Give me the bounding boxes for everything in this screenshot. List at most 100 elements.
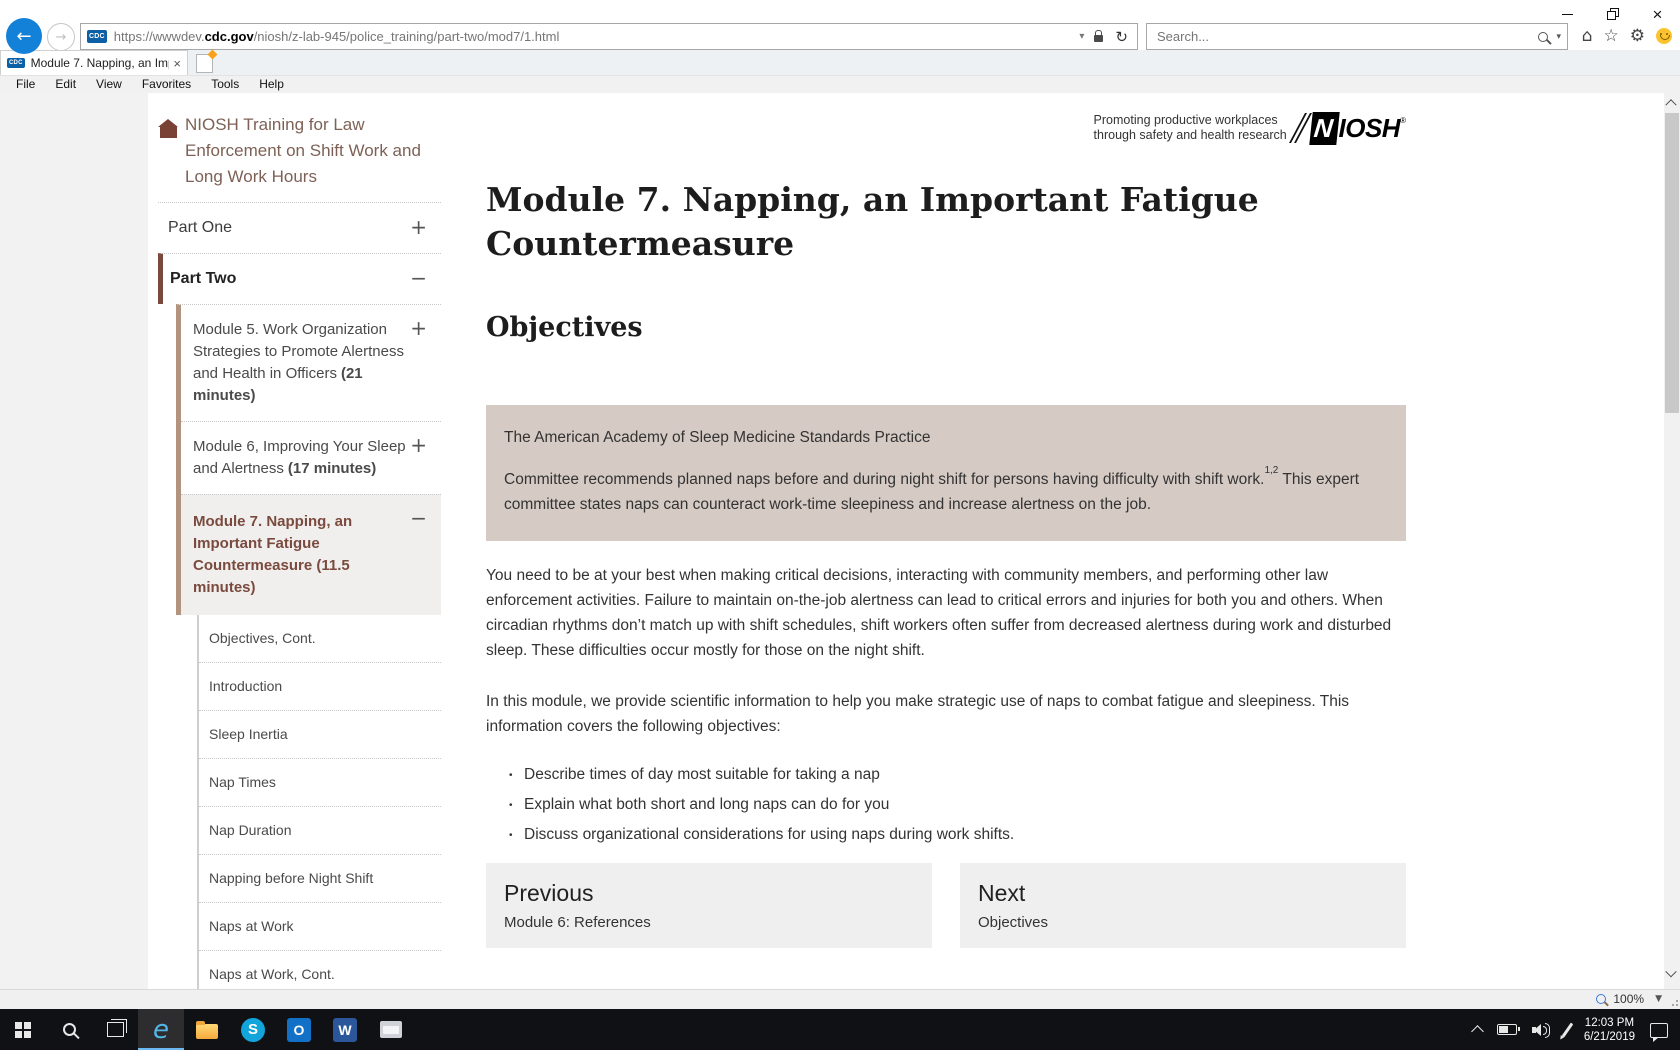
task-view-icon bbox=[107, 1022, 124, 1037]
refresh-icon[interactable]: ↻ bbox=[1110, 28, 1133, 46]
feedback-smiley-icon[interactable] bbox=[1656, 28, 1672, 44]
pen-input-icon[interactable] bbox=[1562, 1022, 1574, 1037]
back-button[interactable]: ← bbox=[6, 18, 42, 54]
url-domain: cdc.gov bbox=[205, 29, 254, 44]
sidebar-item-introduction[interactable]: Introduction bbox=[199, 663, 441, 711]
zoom-dropdown-icon[interactable]: ▼ bbox=[1655, 994, 1662, 1004]
restore-icon bbox=[1607, 8, 1619, 20]
search-icon[interactable] bbox=[1538, 32, 1548, 42]
collapse-minus-icon[interactable]: − bbox=[410, 266, 427, 290]
taskbar-file-explorer[interactable] bbox=[184, 1009, 230, 1050]
part-two-modules: Module 5. Work Organization Strategies t… bbox=[176, 304, 441, 615]
taskbar-generic-app[interactable] bbox=[368, 1009, 414, 1050]
taskbar-outlook[interactable]: O bbox=[276, 1009, 322, 1050]
restore-button[interactable] bbox=[1590, 0, 1635, 28]
callout-box: The American Academy of Sleep Medicine S… bbox=[486, 405, 1406, 541]
taskbar-internet-explorer[interactable]: e bbox=[138, 1009, 184, 1050]
menu-help[interactable]: Help bbox=[249, 76, 294, 93]
minimize-icon bbox=[1562, 14, 1573, 15]
collapse-minus-icon[interactable]: − bbox=[410, 507, 427, 529]
module-6-duration: (17 minutes) bbox=[288, 460, 376, 477]
taskbar-clock[interactable]: 12:03 PM 6/21/2019 bbox=[1584, 1016, 1635, 1044]
scrollbar-thumb[interactable] bbox=[1665, 113, 1679, 413]
objectives-list: Describe times of day most suitable for … bbox=[486, 763, 1406, 847]
tab-module-7[interactable]: CDC Module 7. Napping, an Imp... × bbox=[0, 50, 188, 75]
callout-body: Committee recommends planned naps before… bbox=[504, 467, 1388, 517]
scroll-up-icon[interactable] bbox=[1667, 98, 1677, 108]
sidebar-item-module-6[interactable]: Module 6, Improving Your Sleep and Alert… bbox=[181, 421, 441, 494]
tagline-line-2: through safety and health research bbox=[1094, 128, 1287, 143]
new-tab-button[interactable] bbox=[196, 54, 213, 73]
callout-heading: The American Academy of Sleep Medicine S… bbox=[504, 425, 1388, 450]
close-button[interactable]: × bbox=[1635, 0, 1680, 28]
sidebar-home-link[interactable]: NIOSH Training for Law Enforcement on Sh… bbox=[148, 100, 441, 190]
word-icon: W bbox=[333, 1018, 357, 1042]
page-left-margin bbox=[0, 93, 148, 989]
course-sidebar: NIOSH Training for Law Enforcement on Sh… bbox=[148, 100, 441, 989]
close-icon: × bbox=[1653, 6, 1663, 23]
taskbar-word[interactable]: W bbox=[322, 1009, 368, 1050]
skype-icon: S bbox=[241, 1018, 265, 1042]
module-5-label: Module 5. Work Organization Strategies t… bbox=[193, 321, 404, 382]
sidebar-item-objectives-cont[interactable]: Objectives, Cont. bbox=[199, 615, 441, 663]
callout-body-text: Committee recommends planned naps before… bbox=[504, 471, 1264, 488]
search-box[interactable]: ▾ bbox=[1146, 23, 1568, 50]
sidebar-item-sleep-inertia[interactable]: Sleep Inertia bbox=[199, 711, 441, 759]
body-paragraph-2: In this module, we provide scientific in… bbox=[486, 689, 1406, 739]
volume-icon[interactable] bbox=[1532, 1022, 1551, 1038]
system-tray: 12:03 PM 6/21/2019 bbox=[1473, 1009, 1680, 1050]
favorites-star-icon[interactable]: ☆ bbox=[1604, 27, 1619, 45]
niosh-brand: Promoting productive workplaces through … bbox=[486, 108, 1406, 148]
page-title: Module 7. Napping, an Important Fatigue … bbox=[486, 178, 1406, 266]
sidebar-item-part-two[interactable]: Part Two − bbox=[158, 253, 441, 304]
sidebar-item-part-one[interactable]: Part One + bbox=[158, 202, 441, 253]
address-dropdown-icon[interactable]: ▾ bbox=[1073, 31, 1090, 42]
sidebar-home-label: NIOSH Training for Law Enforcement on Sh… bbox=[185, 112, 431, 190]
search-icon bbox=[63, 1023, 76, 1036]
menu-view[interactable]: View bbox=[86, 76, 132, 93]
search-input[interactable] bbox=[1155, 28, 1538, 45]
sidebar-item-nap-duration[interactable]: Nap Duration bbox=[199, 807, 441, 855]
task-view-button[interactable] bbox=[92, 1009, 138, 1050]
module-7-pages: Objectives, Cont. Introduction Sleep Ine… bbox=[197, 615, 441, 989]
start-button[interactable] bbox=[0, 1009, 46, 1050]
sidebar-item-nap-times[interactable]: Nap Times bbox=[199, 759, 441, 807]
sidebar-item-naps-at-work[interactable]: Naps at Work bbox=[199, 903, 441, 951]
menu-edit[interactable]: Edit bbox=[45, 76, 86, 93]
previous-page-link[interactable]: Previous Module 6: References bbox=[486, 863, 932, 948]
search-dropdown-icon[interactable]: ▾ bbox=[1556, 32, 1561, 42]
battery-icon[interactable] bbox=[1497, 1024, 1517, 1035]
sidebar-item-module-7[interactable]: Module 7. Napping, an Important Fatigue … bbox=[181, 494, 441, 615]
file-explorer-icon bbox=[196, 1024, 218, 1039]
address-bar[interactable]: CDC https://wwwdev.cdc.gov/niosh/z-lab-9… bbox=[80, 23, 1138, 50]
tray-expand-chevron-icon[interactable] bbox=[1471, 1025, 1484, 1038]
expand-plus-icon[interactable]: + bbox=[410, 215, 427, 239]
menu-tools[interactable]: Tools bbox=[201, 76, 249, 93]
sidebar-item-naps-at-work-cont[interactable]: Naps at Work, Cont. bbox=[199, 951, 441, 989]
expand-plus-icon[interactable]: + bbox=[410, 434, 427, 456]
back-arrow-icon: ← bbox=[16, 26, 31, 47]
vertical-scrollbar[interactable] bbox=[1664, 93, 1680, 989]
action-center-icon[interactable] bbox=[1650, 1023, 1668, 1038]
next-page-link[interactable]: Next Objectives bbox=[960, 863, 1406, 948]
sidebar-item-napping-before-night-shift[interactable]: Napping before Night Shift bbox=[199, 855, 441, 903]
forward-button[interactable]: → bbox=[47, 23, 75, 51]
tab-close-icon[interactable]: × bbox=[173, 56, 181, 71]
cdc-favicon: CDC bbox=[87, 30, 107, 43]
settings-gear-icon[interactable]: ⚙ bbox=[1630, 27, 1645, 45]
previous-label: Previous bbox=[504, 878, 914, 908]
sidebar-item-module-5[interactable]: Module 5. Work Organization Strategies t… bbox=[181, 305, 441, 421]
taskbar-skype[interactable]: S bbox=[230, 1009, 276, 1050]
scroll-down-icon[interactable] bbox=[1667, 972, 1677, 982]
zoom-control[interactable]: 100% ▼ bbox=[1596, 992, 1662, 1006]
main-content: Promoting productive workplaces through … bbox=[486, 101, 1406, 948]
taskbar-search-button[interactable] bbox=[46, 1009, 92, 1050]
expand-plus-icon[interactable]: + bbox=[410, 317, 427, 339]
page-navigation: Previous Module 6: References Next Objec… bbox=[486, 863, 1406, 948]
clock-date: 6/21/2019 bbox=[1584, 1030, 1635, 1044]
part-one-label: Part One bbox=[168, 219, 232, 236]
menu-file[interactable]: File bbox=[6, 76, 45, 93]
niosh-tagline: Promoting productive workplaces through … bbox=[1094, 113, 1287, 143]
home-toolbar-icon[interactable]: ⌂ bbox=[1582, 27, 1593, 45]
menu-favorites[interactable]: Favorites bbox=[132, 76, 201, 93]
